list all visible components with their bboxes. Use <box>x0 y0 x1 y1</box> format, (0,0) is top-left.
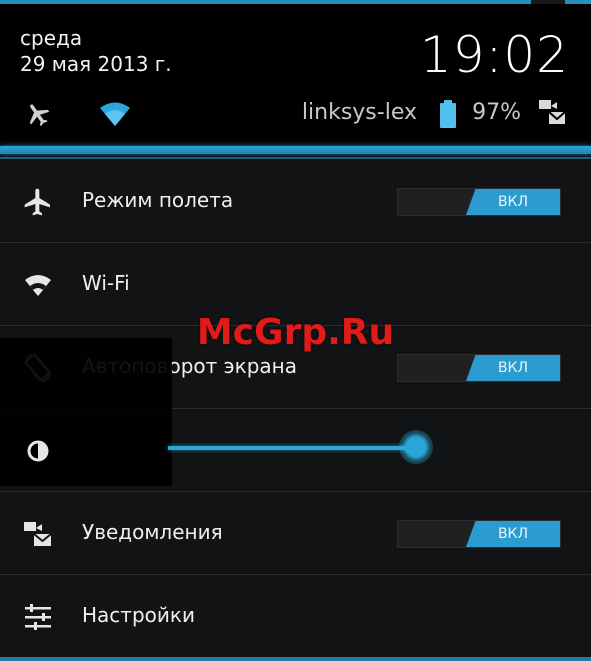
notifications-toggle-state: ВКЛ <box>466 521 560 547</box>
brightness-slider-thumb[interactable] <box>399 430 433 464</box>
quick-setting-notifications[interactable]: Уведомления ВКЛ <box>0 492 591 575</box>
notifications-toggle-icon <box>24 522 52 546</box>
header-divider-shadow <box>0 157 591 159</box>
wifi-label: Wi-Fi <box>82 271 130 295</box>
airplane-mode-label: Режим полета <box>82 188 234 212</box>
airplane-icon <box>24 188 50 216</box>
watermark: McGrp.Ru <box>196 312 395 353</box>
settings-label: Настройки <box>82 603 195 627</box>
weekday: среда <box>20 26 83 50</box>
header-divider <box>0 146 591 154</box>
quick-setting-airplane-mode[interactable]: Режим полета ВКЛ <box>0 160 591 243</box>
airplane-mode-toggle[interactable]: ВКЛ <box>397 188 561 216</box>
battery-percent: 97% <box>472 100 521 125</box>
notifications-label: Уведомления <box>82 520 223 544</box>
wifi-signal-icon <box>100 102 130 126</box>
quick-setting-settings[interactable]: Настройки <box>0 575 591 657</box>
brightness-icon <box>27 440 49 462</box>
wifi-icon <box>25 275 51 296</box>
autorotate-toggle-state: ВКЛ <box>466 355 560 381</box>
date: 29 мая 2013 г. <box>20 52 172 76</box>
wifi-network-name: linksys-lex <box>301 100 417 125</box>
status-row: linksys-lex 97% <box>0 98 591 132</box>
airplane-mode-icon <box>29 104 50 127</box>
quick-setting-brightness[interactable] <box>0 409 591 492</box>
airplane-mode-toggle-state: ВКЛ <box>466 189 560 215</box>
notifications-toggle[interactable]: ВКЛ <box>397 520 561 548</box>
bottom-accent-line <box>0 657 591 661</box>
notifications-icon[interactable] <box>537 98 567 128</box>
battery-icon <box>440 100 456 128</box>
quick-settings-list: Режим полета ВКЛ Wi-Fi Автоповорот экран… <box>0 160 591 661</box>
autorotate-toggle[interactable]: ВКЛ <box>397 354 561 382</box>
clock: 19:02 <box>419 26 569 84</box>
notification-header: среда 29 мая 2013 г. 19:02 linksys-lex 9… <box>0 4 591 145</box>
settings-sliders-icon <box>25 604 51 630</box>
brightness-slider-track[interactable] <box>168 446 416 450</box>
